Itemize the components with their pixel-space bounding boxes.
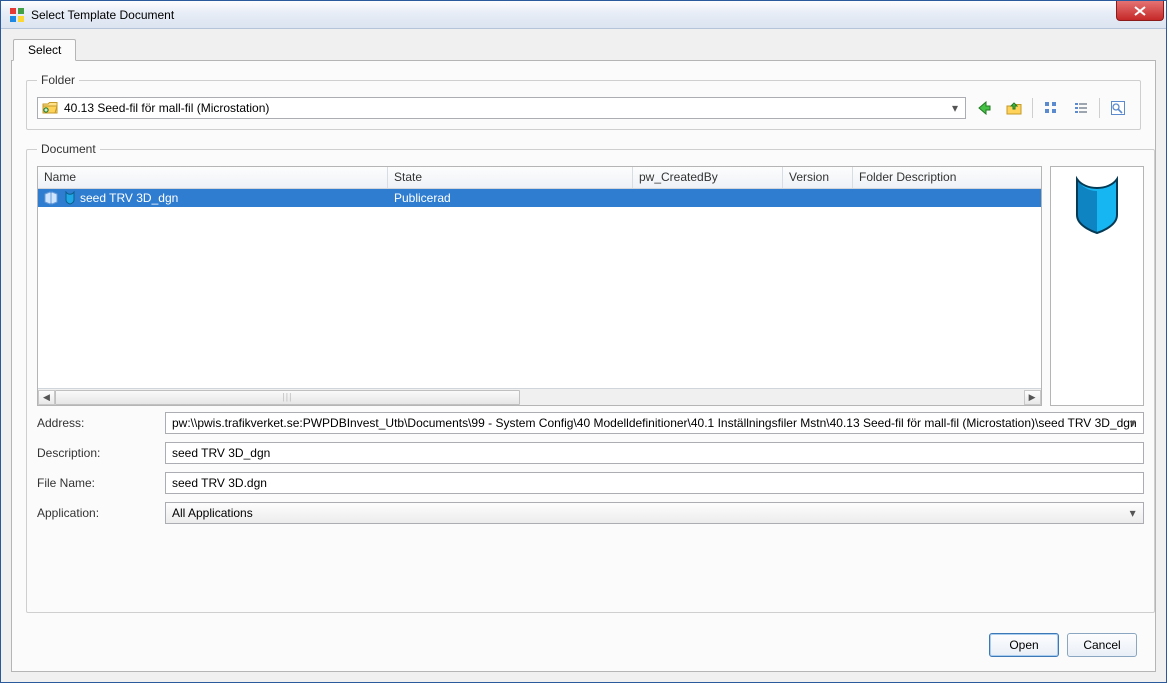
col-pw-createdby[interactable]: pw_CreatedBy (633, 167, 783, 188)
scroll-thumb[interactable] (55, 390, 520, 405)
row-folder-description (853, 197, 1041, 199)
list-header: Name State pw_CreatedBy Version Folder D… (38, 167, 1041, 189)
folder-legend: Folder (37, 73, 79, 87)
folder-icon (42, 101, 58, 115)
address-value: pw:\\pwis.trafikverket.se:PWPDBInvest_Ut… (172, 416, 1137, 430)
app-icon (9, 7, 25, 23)
microstation-logo-icon (1067, 173, 1127, 237)
row-pw-createdby (633, 197, 783, 199)
application-label: Application: (37, 506, 157, 520)
folder-row: 40.13 Seed-fil för mall-fil (Microstatio… (37, 97, 1130, 119)
dialog-window: Select Template Document Select Folder (0, 0, 1167, 683)
document-list: Name State pw_CreatedBy Version Folder D… (37, 166, 1042, 406)
folder-combobox[interactable]: 40.13 Seed-fil för mall-fil (Microstatio… (37, 97, 966, 119)
folder-selected-text: 40.13 Seed-fil för mall-fil (Microstatio… (64, 101, 269, 115)
grid-view-icon (1043, 100, 1059, 116)
col-folder-description[interactable]: Folder Description (853, 167, 1041, 188)
filename-field[interactable]: seed TRV 3D.dgn (165, 472, 1144, 494)
close-button[interactable] (1116, 1, 1164, 21)
folder-up-icon (1006, 100, 1022, 116)
row-name: seed TRV 3D_dgn (80, 191, 178, 205)
preview-icon (1110, 100, 1126, 116)
client-area: Select Folder (1, 29, 1166, 682)
document-group: Document Name State pw_CreatedBy Version… (26, 142, 1155, 613)
list-view-icon (1073, 100, 1089, 116)
dropdown-icon: ▾ (947, 100, 963, 116)
up-folder-button[interactable] (1002, 97, 1026, 119)
list-item[interactable]: seed TRV 3D_dgn Publicerad (38, 189, 1041, 207)
application-value: All Applications (172, 506, 253, 520)
tab-panel: Folder 40.13 Seed-fil för mall-fil (Micr… (11, 60, 1156, 672)
open-button[interactable]: Open (989, 633, 1059, 657)
filename-label: File Name: (37, 476, 157, 490)
description-label: Description: (37, 446, 157, 460)
cancel-label: Cancel (1083, 638, 1120, 652)
titlebar: Select Template Document (1, 1, 1166, 29)
document-legend: Document (37, 142, 100, 156)
close-icon (1134, 6, 1146, 16)
list-rows: seed TRV 3D_dgn Publicerad (38, 189, 1041, 388)
document-body: Name State pw_CreatedBy Version Folder D… (37, 166, 1144, 406)
scroll-right-button[interactable]: ▶ (1024, 390, 1041, 405)
filename-value: seed TRV 3D.dgn (172, 476, 267, 490)
toolbar-separator (1099, 98, 1100, 118)
toolbar-separator (1032, 98, 1033, 118)
col-version[interactable]: Version (783, 167, 853, 188)
address-label: Address: (37, 416, 157, 430)
row-state: Publicerad (388, 190, 633, 206)
dropdown-icon: ▾ (1125, 415, 1141, 431)
dialog-footer: Open Cancel (26, 625, 1141, 659)
application-combobox[interactable]: All Applications ▾ (165, 502, 1144, 524)
dropdown-icon: ▾ (1125, 505, 1141, 521)
preview-pane (1050, 166, 1144, 406)
back-button[interactable] (972, 97, 996, 119)
cancel-button[interactable]: Cancel (1067, 633, 1137, 657)
row-version (783, 197, 853, 199)
horizontal-scrollbar[interactable]: ◀ ▶ (38, 388, 1041, 405)
window-title: Select Template Document (31, 8, 174, 22)
scroll-track[interactable] (55, 390, 1024, 405)
preview-toggle-button[interactable] (1106, 97, 1130, 119)
document-state-icon (44, 191, 60, 205)
view-list-button[interactable] (1069, 97, 1093, 119)
tab-select[interactable]: Select (13, 39, 76, 61)
description-field[interactable]: seed TRV 3D_dgn (165, 442, 1144, 464)
folder-group: Folder 40.13 Seed-fil för mall-fil (Micr… (26, 73, 1141, 130)
scroll-left-button[interactable]: ◀ (38, 390, 55, 405)
open-label: Open (1009, 638, 1038, 652)
details-form: Address: pw:\\pwis.trafikverket.se:PWPDB… (37, 412, 1144, 524)
arrow-left-icon (976, 100, 992, 116)
address-field[interactable]: pw:\\pwis.trafikverket.se:PWPDBInvest_Ut… (165, 412, 1144, 434)
tabstrip: Select (11, 39, 1156, 61)
tab-label: Select (28, 43, 61, 57)
col-state[interactable]: State (388, 167, 633, 188)
view-icons-button[interactable] (1039, 97, 1063, 119)
description-value: seed TRV 3D_dgn (172, 446, 270, 460)
document-type-icon (64, 191, 76, 205)
col-name[interactable]: Name (38, 167, 388, 188)
